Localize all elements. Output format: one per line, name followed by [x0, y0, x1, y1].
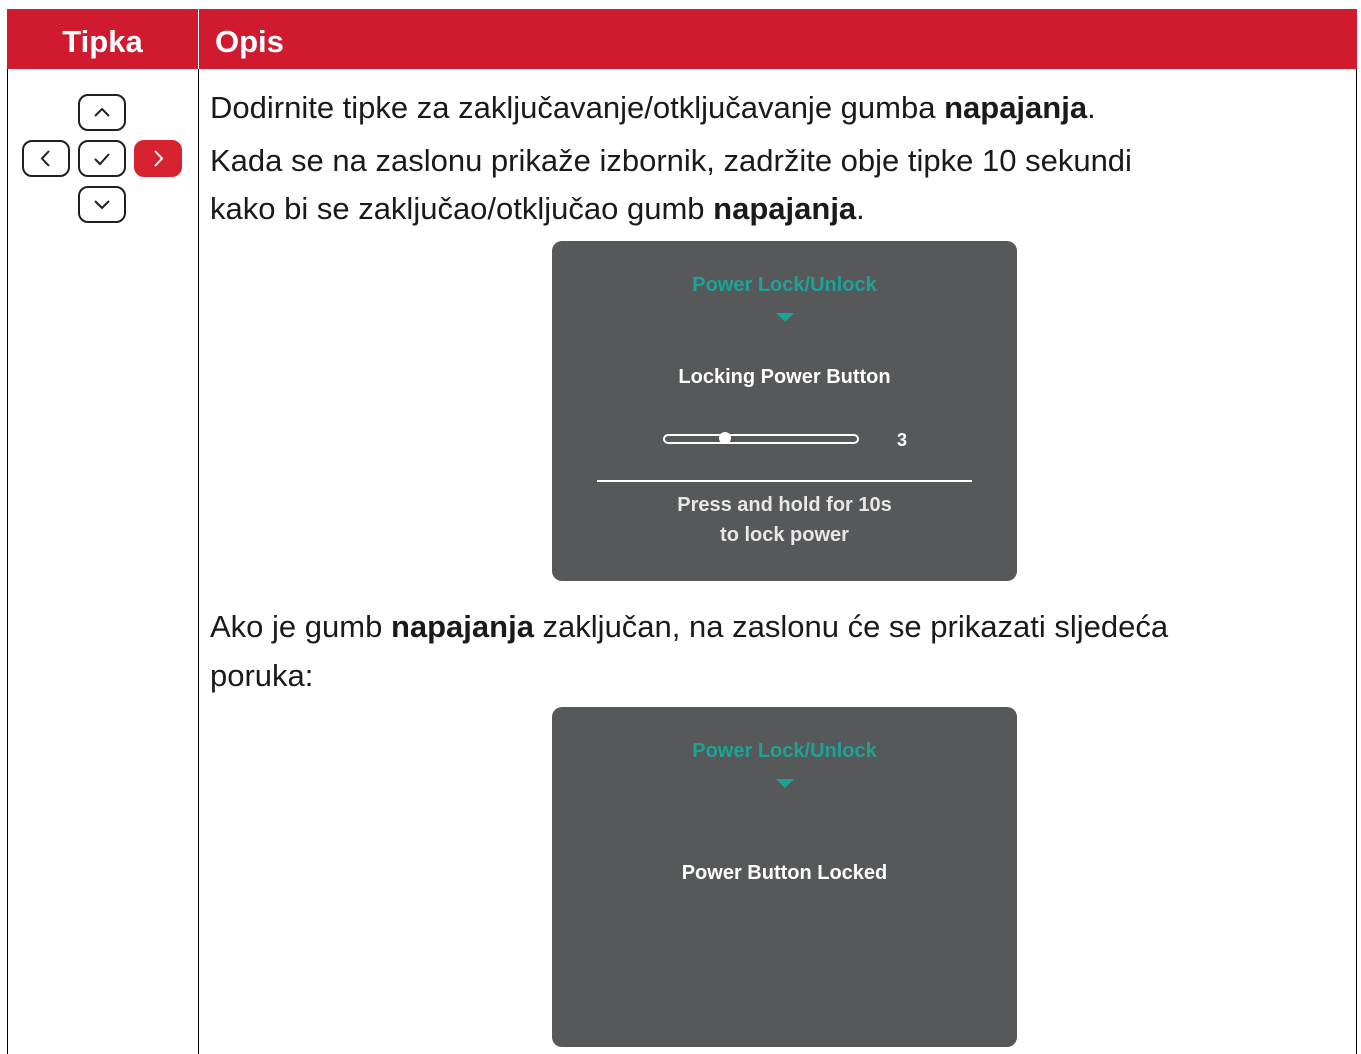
osd-note-line-2: to lock power — [720, 524, 849, 546]
countdown-value: 3 — [897, 430, 908, 450]
check-icon — [78, 140, 126, 177]
description-paragraph-3-line-2: poruka: — [210, 658, 314, 693]
header-divider — [198, 9, 199, 69]
p1-end: . — [1087, 90, 1096, 125]
osd-divider — [597, 480, 972, 482]
chevron-up-icon — [78, 94, 126, 131]
slider-knob — [719, 432, 731, 444]
osd-note: Press and hold for 10s to lock power — [552, 490, 1017, 550]
table-column-divider — [198, 69, 199, 1054]
p2-end: . — [856, 191, 865, 226]
progress-slider — [663, 432, 859, 444]
p2-text: kako bi se zaključao/otključao gumb — [210, 191, 714, 226]
p2-bold: napajanja — [713, 191, 857, 226]
osd-note-line-1: Press and hold for 10s — [677, 494, 892, 516]
description-paragraph-3-line-1: Ako je gumb napajanja zaključan, na zasl… — [210, 600, 1168, 653]
page: Tipka Opis Dodirnite tipke za zaključava… — [0, 0, 1361, 1054]
osd-locking-panel: Power Lock/Unlock Locking Power Button 3… — [552, 241, 1017, 581]
chevron-down-icon — [78, 186, 126, 223]
p1-text: Dodirnite tipke za zaključavanje/otključ… — [210, 90, 945, 125]
osd-message: Locking Power Button — [678, 366, 891, 388]
table-border-right — [1356, 69, 1357, 1054]
header-description-column: Opis — [215, 24, 284, 59]
key-table: Tipka Opis Dodirnite tipke za zaključava… — [7, 9, 1357, 1054]
triangle-down-icon — [776, 313, 794, 322]
osd-message: Power Button Locked — [681, 862, 888, 884]
osd-locked-panel: Power Lock/Unlock Power Button Locked — [552, 707, 1017, 1047]
chevron-right-icon — [134, 140, 182, 177]
description-paragraph-2-line-2: kako bi se zaključao/otključao gumb napa… — [210, 182, 865, 235]
osd-title: Power Lock/Unlock — [692, 740, 877, 762]
p3-end: zaključan, na zaslonu će se prikazati sl… — [533, 609, 1169, 644]
table-header: Tipka Opis — [7, 9, 1357, 69]
description-paragraph-1: Dodirnite tipke za zaključavanje/otključ… — [210, 81, 1096, 134]
chevron-left-icon — [22, 140, 70, 177]
p3-text: Ako je gumb — [210, 609, 391, 644]
header-key-column: Tipka — [62, 24, 143, 59]
triangle-down-icon — [776, 779, 794, 788]
osd-title: Power Lock/Unlock — [692, 274, 877, 296]
table-border-left — [7, 69, 8, 1054]
p1-bold: napajanja — [944, 90, 1088, 125]
description-paragraph-2-line-1: Kada se na zaslonu prikaže izbornik, zad… — [210, 143, 1132, 178]
p3-bold: napajanja — [390, 609, 534, 644]
